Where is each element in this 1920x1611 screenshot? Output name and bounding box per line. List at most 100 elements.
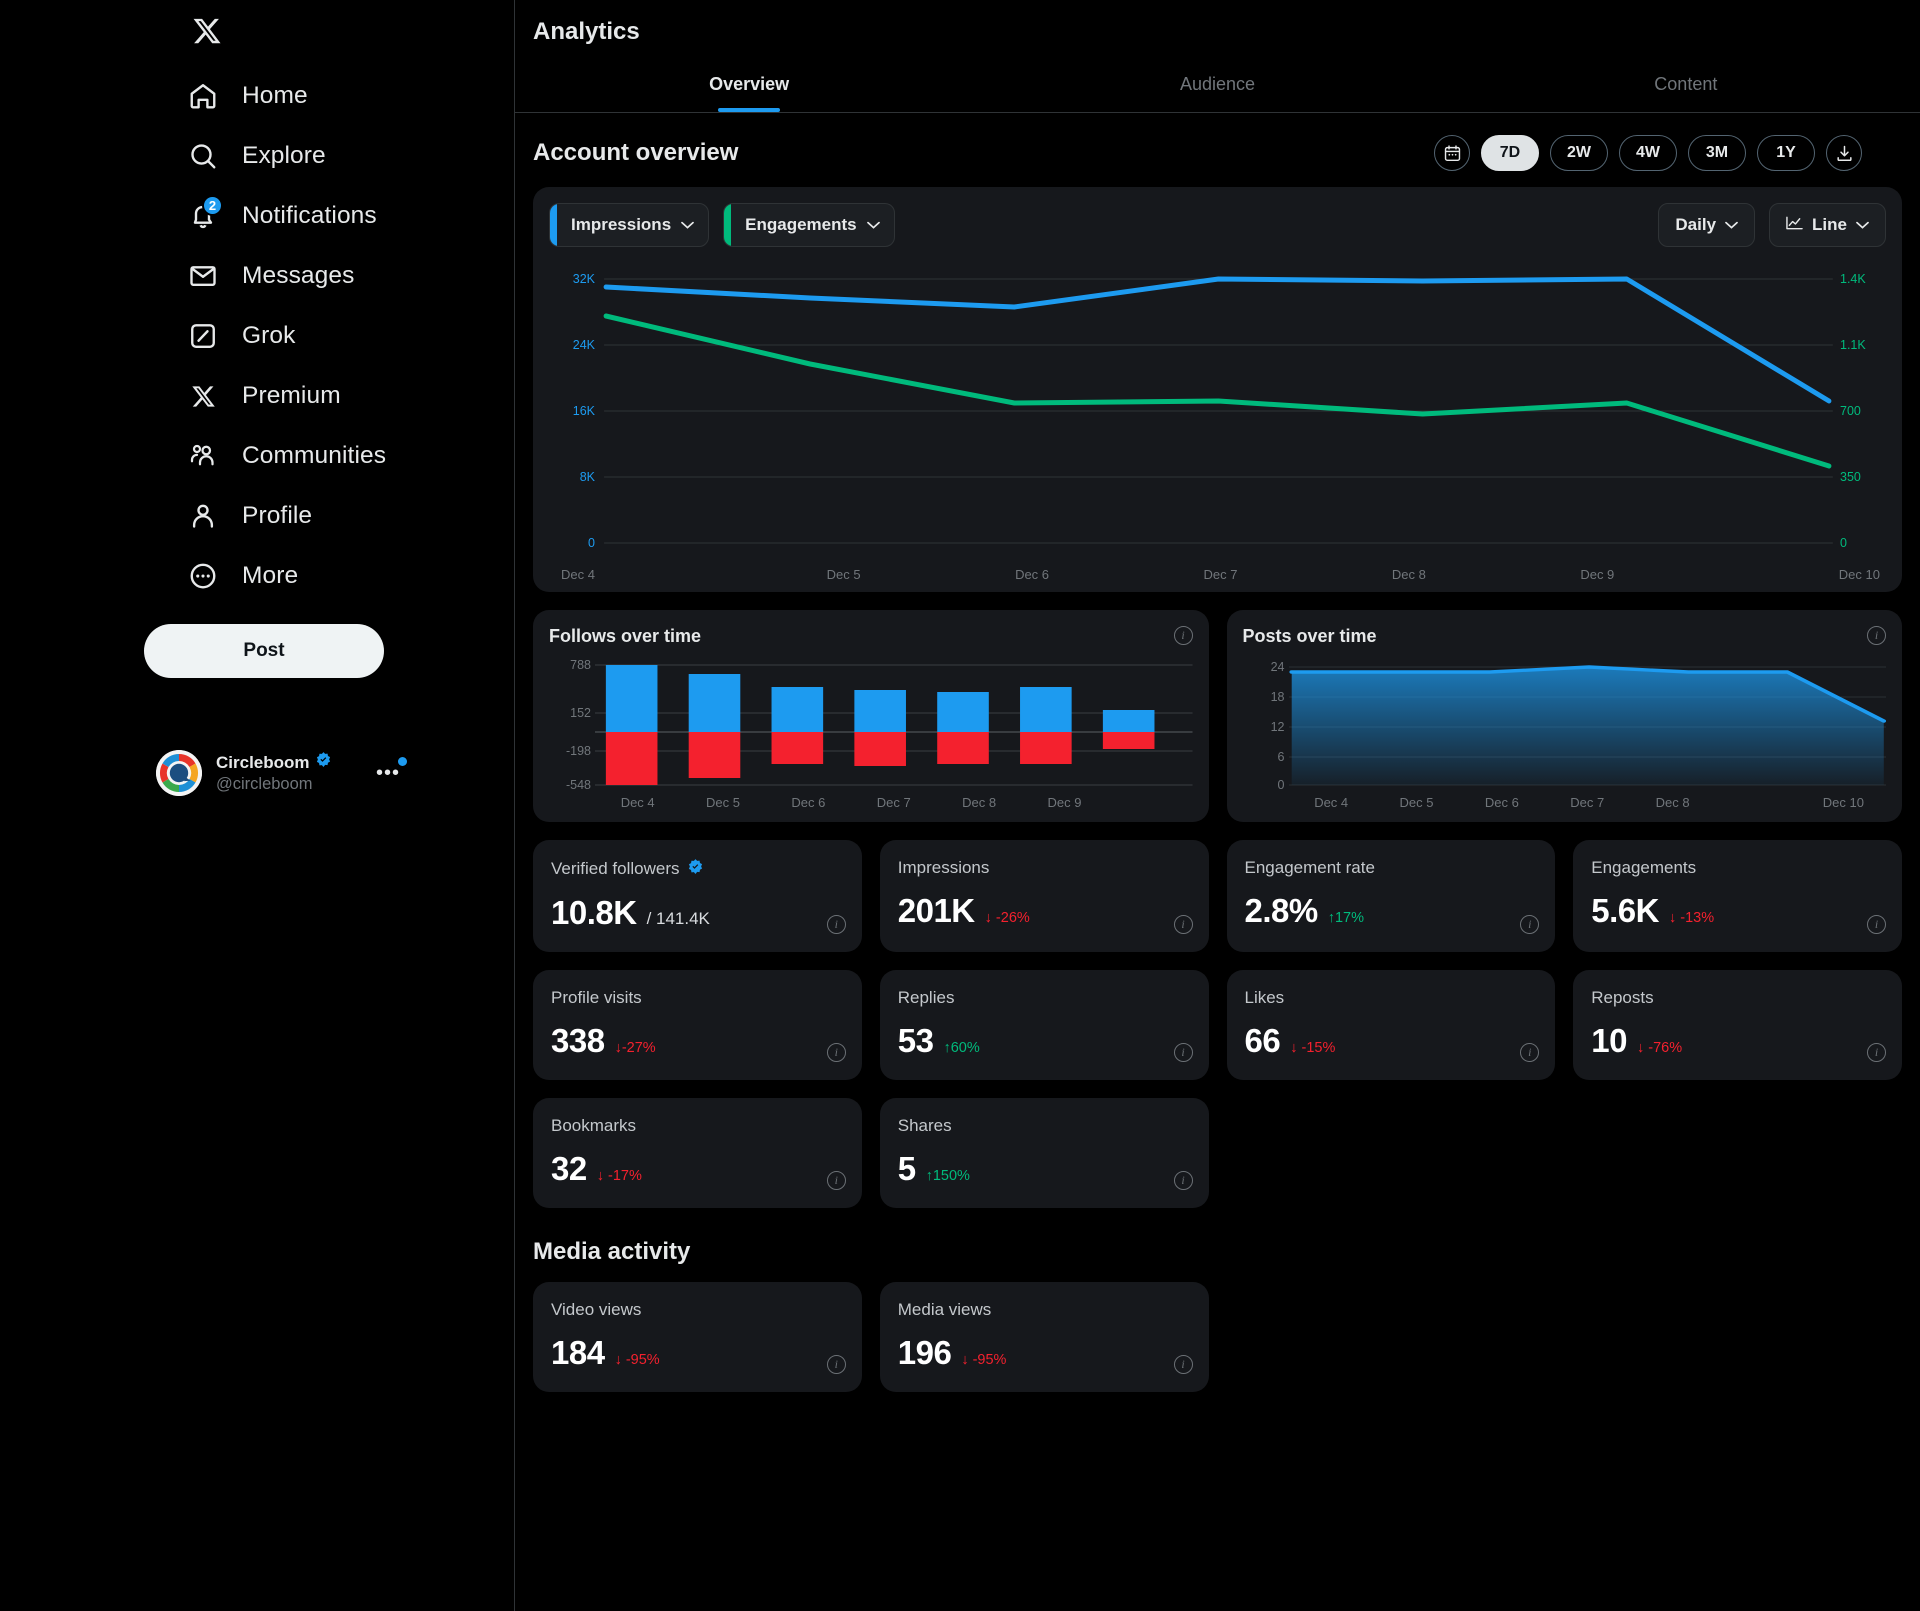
series-color-swatch [724,204,732,246]
y-tick: 12 [1270,720,1285,734]
x-tick: Dec 5 [706,795,741,810]
grok-icon [184,317,222,355]
mid-charts-row: Follows over time i 788 152 -198 -548 De… [533,610,1902,822]
left-axis-tick: 24K [572,338,595,352]
metric-value: 196 [897,1334,952,1371]
sidebar-item-communities[interactable]: Communities [180,426,390,486]
sidebar-item-explore[interactable]: Explore [180,126,330,186]
info-icon[interactable]: i [826,915,846,934]
metric-value-row: 53 ↑60% [898,1022,1191,1060]
metric-delta: ↓-27% [614,1040,656,1056]
left-axis: 32K 24K 16K 8K 0 [549,261,603,561]
sidebar-item-more[interactable]: More [180,546,302,606]
info-icon[interactable]: i [826,1043,846,1062]
account-switcher[interactable]: Circleboom @circleboom ••• [144,740,412,806]
media-activity-title: Media activity [533,1238,691,1265]
info-icon[interactable]: i [1173,915,1193,934]
range-2w[interactable]: 2W [1550,135,1608,171]
account-handle: @circleboom [216,774,313,793]
metric-sub: / 141.4K [646,909,710,928]
y-tick: 788 [570,658,591,672]
sidebar-item-premium[interactable]: Premium [180,366,345,426]
info-icon[interactable]: i [1520,915,1540,934]
info-icon[interactable]: i [1173,1355,1193,1374]
x-tick [1107,795,1192,810]
account-overview-chart: Impressions Engagements Daily Line 32K 2… [533,187,1902,592]
y-tick: -198 [565,744,591,758]
metric-chip-engagements[interactable]: Engagements [723,203,895,247]
unread-dot-icon [398,756,407,766]
calendar-icon[interactable] [1434,135,1470,171]
info-icon[interactable]: i [1173,1171,1193,1190]
posts-plot [1288,661,1886,789]
range-7d[interactable]: 7D [1481,135,1539,171]
x-tick: Dec 4 [620,795,655,810]
metric-label: Verified followers [551,859,680,878]
metric-label: Replies [897,988,955,1007]
verified-badge-icon [315,751,332,773]
tab-audience[interactable]: Audience [983,62,1451,112]
tab-content[interactable]: Content [1452,62,1920,112]
left-axis-tick: 16K [572,404,595,418]
y-tick: -548 [565,778,591,792]
x-tick: Dec 10 [1822,795,1864,810]
download-icon[interactable] [1826,135,1862,171]
sidebar-item-label: Premium [242,382,341,409]
sidebar-item-label: Messages [242,262,355,289]
posts-chart: 24 18 12 6 0 [1243,660,1886,792]
info-icon[interactable]: i [1867,915,1886,934]
metric-card-impressions: Impressions 201K ↓ -26% i [879,840,1209,952]
ellipsis-icon[interactable]: ••• [376,756,407,785]
granularity-select[interactable]: Daily [1658,203,1756,247]
range-4w[interactable]: 4W [1619,135,1677,171]
left-axis-tick: 8K [579,470,595,484]
post-button[interactable]: Post [144,624,384,678]
chart-option-selects: Daily Line [1658,203,1886,247]
left-axis-tick: 0 [588,536,595,550]
posts-y-axis: 24 18 12 6 0 [1243,660,1289,792]
follows-x-axis: Dec 4 Dec 5 Dec 6 Dec 7 Dec 8 Dec 9 [595,795,1193,810]
info-icon[interactable]: i [826,1355,846,1374]
sidebar-item-profile[interactable]: Profile [180,486,316,546]
metric-label: Profile visits [551,988,642,1007]
account-name-row: Circleboom [216,751,362,773]
info-icon[interactable]: i [1173,1043,1193,1062]
avatar [156,750,202,796]
card-header: Follows over time i [549,626,1193,647]
info-icon[interactable]: i [1173,626,1193,645]
metric-chip-impressions[interactable]: Impressions [549,203,710,247]
sidebar-item-label: Communities [242,442,387,469]
tab-overview[interactable]: Overview [515,62,983,112]
range-1y[interactable]: 1Y [1757,135,1815,171]
follows-plot [595,661,1193,789]
x-tick [1715,795,1800,810]
info-icon[interactable]: i [826,1171,846,1190]
metric-value: 10.8K [551,894,637,931]
info-icon[interactable]: i [1867,1043,1886,1062]
notifications-badge: 2 [202,195,223,216]
metric-card-replies: Replies 53 ↑60% i [879,970,1209,1080]
info-icon[interactable]: i [1867,626,1886,645]
line-plot: 32K 24K 16K 8K 0 1.4K 1.1K 700 350 0 [549,261,1886,561]
metric-value-row: 201K ↓ -26% [898,892,1191,930]
x-tick: Dec 7 [1570,795,1605,810]
chevron-down-icon [1856,221,1869,229]
metric-value-row: 10 ↓ -76% [1591,1022,1884,1060]
x-axis-tick: Dec 4 [561,567,595,582]
sidebar-item-notifications[interactable]: 2 Notifications [180,186,381,246]
account-text: Circleboom @circleboom [216,751,362,794]
metric-label: Engagement rate [1244,858,1375,877]
metric-chip-label: Impressions [571,215,672,234]
range-3m[interactable]: 3M [1688,135,1746,171]
right-axis: 1.4K 1.1K 700 350 0 [1832,261,1886,561]
analytics-page: Home Explore 2 Notifications Messages Gr… [0,0,1920,1611]
sidebar-item-messages[interactable]: Messages [180,246,358,306]
sidebar-item-grok[interactable]: Grok [180,306,300,366]
metric-label-row: Engagement rate [1245,858,1538,878]
x-logo-icon[interactable] [184,8,230,54]
chart-type-select[interactable]: Line [1769,203,1886,247]
card-title: Posts over time [1242,626,1377,646]
sidebar-item-home[interactable]: Home [180,66,312,126]
metric-value: 184 [551,1334,605,1371]
metric-label-row: Replies [898,988,1191,1008]
